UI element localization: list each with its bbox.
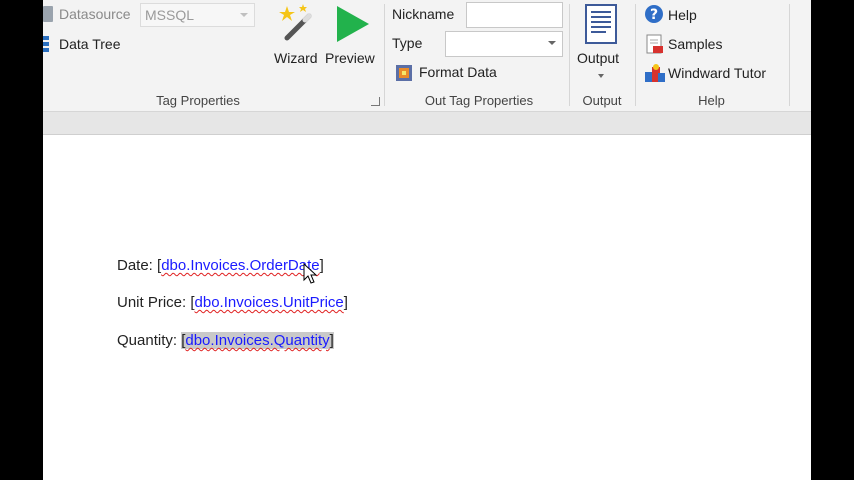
tag-field[interactable]: dbo.Invoices.UnitPrice — [195, 294, 344, 311]
ribbon: Datasource MSSQL Data Tree Wizard Previe… — [43, 0, 811, 112]
data-tree-button[interactable]: Data Tree — [43, 34, 133, 54]
magic-wand-icon — [279, 4, 312, 41]
app-window: Datasource MSSQL Data Tree Wizard Previe… — [43, 0, 811, 480]
output-document-icon — [585, 4, 617, 44]
chevron-down-icon — [598, 74, 604, 78]
format-data-button[interactable]: Format Data — [395, 62, 515, 84]
field-label: Date: — [117, 257, 153, 274]
group-separator — [569, 4, 570, 106]
data-tree-label: Data Tree — [59, 36, 121, 52]
chevron-down-icon — [548, 41, 556, 45]
field-label: Unit Price: — [117, 294, 187, 311]
tag-close-bracket: ] — [343, 294, 348, 311]
samples-button[interactable]: Samples — [644, 33, 734, 55]
document-canvas[interactable]: Date: [dbo.Invoices.OrderDate] Unit Pric… — [43, 135, 811, 480]
tag-field[interactable]: dbo.Invoices.OrderDate — [161, 257, 319, 274]
datasource-icon — [43, 6, 53, 22]
data-tree-icon — [43, 36, 49, 52]
document-line-unit-price[interactable]: Unit Price: [dbo.Invoices.UnitPrice] — [117, 294, 348, 311]
help-label: Help — [668, 7, 697, 23]
dialog-launcher-icon[interactable] — [371, 97, 380, 106]
samples-icon — [646, 34, 663, 54]
datasource-label: Datasource — [59, 6, 131, 22]
format-data-label: Format Data — [419, 64, 497, 80]
svg-text:?: ? — [650, 7, 658, 23]
chevron-down-icon — [240, 13, 248, 17]
field-label: Quantity: — [117, 332, 178, 349]
mouse-cursor-icon — [303, 263, 317, 284]
nickname-input[interactable] — [466, 2, 563, 28]
wizard-label: Wizard — [274, 50, 318, 66]
output-button[interactable]: Output — [574, 2, 630, 86]
selected-tag[interactable]: [dbo.Invoices.Quantity] — [181, 332, 334, 349]
ruler-band — [43, 112, 811, 135]
samples-label: Samples — [668, 36, 723, 52]
group-separator — [789, 4, 790, 106]
nickname-label: Nickname — [392, 6, 455, 22]
group-separator — [635, 4, 636, 106]
tag-field[interactable]: dbo.Invoices.Quantity — [185, 332, 329, 349]
output-label: Output — [577, 50, 620, 66]
output-group-label: Output — [582, 93, 622, 108]
format-data-icon — [396, 65, 412, 81]
windward-tutor-icon — [645, 64, 665, 82]
preview-button[interactable]: Preview — [323, 2, 383, 70]
help-button[interactable]: ? Help — [644, 4, 724, 26]
tag-close-bracket: ] — [329, 332, 334, 349]
document-line-date[interactable]: Date: [dbo.Invoices.OrderDate] — [117, 257, 324, 274]
wizard-button[interactable]: Wizard — [271, 2, 321, 70]
preview-label: Preview — [325, 50, 375, 66]
play-icon — [337, 6, 369, 42]
help-icon: ? — [645, 5, 663, 23]
windward-tutor-button[interactable]: Windward Tutor — [644, 62, 784, 84]
tag-properties-group-label: Tag Properties — [156, 93, 240, 108]
group-separator — [384, 4, 385, 106]
datasource-value: MSSQL — [145, 7, 195, 23]
document-line-quantity[interactable]: Quantity: [dbo.Invoices.Quantity] — [117, 332, 334, 349]
out-tag-properties-group-label: Out Tag Properties — [424, 93, 534, 108]
windward-tutor-label: Windward Tutor — [668, 65, 767, 81]
type-label: Type — [392, 35, 423, 51]
datasource-select[interactable]: MSSQL — [140, 3, 255, 27]
help-group-label: Help — [698, 93, 725, 108]
tag-close-bracket: ] — [319, 257, 324, 274]
type-select[interactable] — [445, 31, 563, 57]
